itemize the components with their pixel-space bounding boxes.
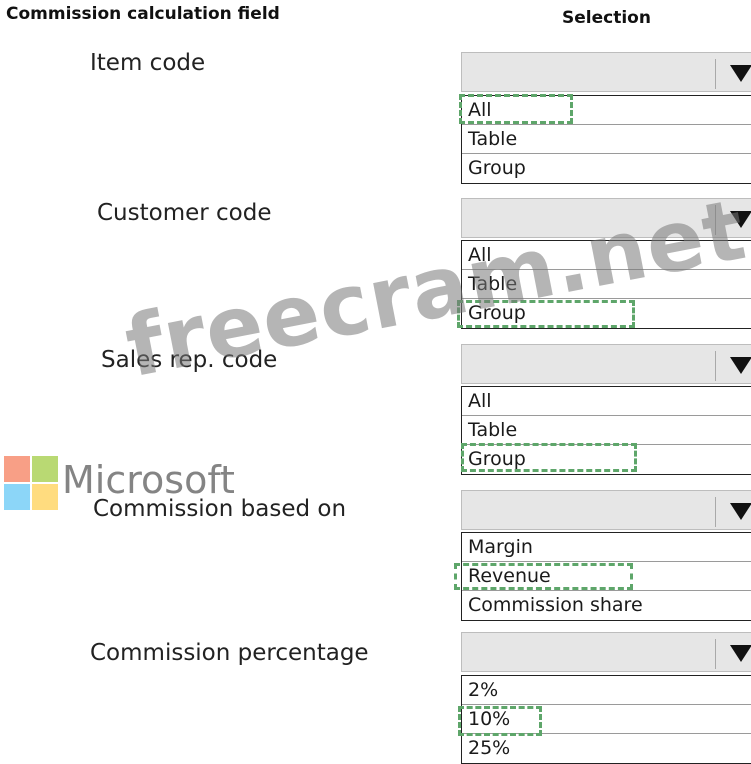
option-sales-rep-code-table[interactable]: Table bbox=[462, 416, 751, 445]
field-column-header: Commission calculation field bbox=[6, 4, 280, 24]
dropdown-separator bbox=[715, 59, 716, 89]
option-commission-percentage-2[interactable]: 2% bbox=[462, 676, 751, 705]
logo-yellow-square bbox=[32, 484, 58, 510]
dropdown-separator bbox=[715, 205, 716, 235]
option-customer-code-group[interactable]: Group bbox=[462, 299, 751, 328]
logo-green-square bbox=[32, 456, 58, 482]
option-commission-based-on-revenue[interactable]: Revenue bbox=[462, 562, 751, 591]
option-customer-code-table[interactable]: Table bbox=[462, 270, 751, 299]
sales-rep-code-dropdown[interactable] bbox=[461, 344, 751, 384]
field-label-customer-code: Customer code bbox=[97, 200, 272, 226]
logo-blue-square bbox=[4, 484, 30, 510]
sales-rep-code-options: All Table Group bbox=[461, 386, 751, 475]
customer-code-dropdown[interactable] bbox=[461, 198, 751, 238]
dropdown-separator bbox=[715, 639, 716, 669]
triangle-down-icon[interactable] bbox=[730, 645, 751, 662]
item-code-options: All Table Group bbox=[461, 95, 751, 184]
dropdown-separator bbox=[715, 497, 716, 527]
option-sales-rep-code-all[interactable]: All bbox=[462, 387, 751, 416]
option-commission-percentage-25[interactable]: 25% bbox=[462, 734, 751, 763]
option-item-code-table[interactable]: Table bbox=[462, 125, 751, 154]
option-commission-based-on-margin[interactable]: Margin bbox=[462, 533, 751, 562]
commission-percentage-dropdown[interactable] bbox=[461, 632, 751, 672]
option-commission-based-on-commission-share[interactable]: Commission share bbox=[462, 591, 751, 620]
commission-percentage-options: 2% 10% 25% bbox=[461, 675, 751, 764]
triangle-down-icon[interactable] bbox=[730, 65, 751, 82]
dropdown-separator bbox=[715, 351, 716, 381]
triangle-down-icon[interactable] bbox=[730, 357, 751, 374]
commission-based-on-options: Margin Revenue Commission share bbox=[461, 532, 751, 621]
field-label-item-code: Item code bbox=[90, 50, 206, 76]
option-item-code-group[interactable]: Group bbox=[462, 154, 751, 183]
logo-red-square bbox=[4, 456, 30, 482]
microsoft-logo-icon bbox=[4, 456, 58, 510]
triangle-down-icon[interactable] bbox=[730, 503, 751, 520]
microsoft-watermark-text: Microsoft bbox=[62, 458, 235, 502]
field-label-sales-rep-code: Sales rep. code bbox=[101, 347, 278, 373]
option-item-code-all[interactable]: All bbox=[462, 96, 751, 125]
commission-based-on-dropdown[interactable] bbox=[461, 490, 751, 530]
option-commission-percentage-10[interactable]: 10% bbox=[462, 705, 751, 734]
selection-column-header: Selection bbox=[562, 8, 651, 28]
option-sales-rep-code-group[interactable]: Group bbox=[462, 445, 751, 474]
customer-code-options: All Table Group bbox=[461, 240, 751, 329]
triangle-down-icon[interactable] bbox=[730, 211, 751, 228]
field-label-commission-percentage: Commission percentage bbox=[90, 640, 369, 666]
option-customer-code-all[interactable]: All bbox=[462, 241, 751, 270]
item-code-dropdown[interactable] bbox=[461, 52, 751, 92]
